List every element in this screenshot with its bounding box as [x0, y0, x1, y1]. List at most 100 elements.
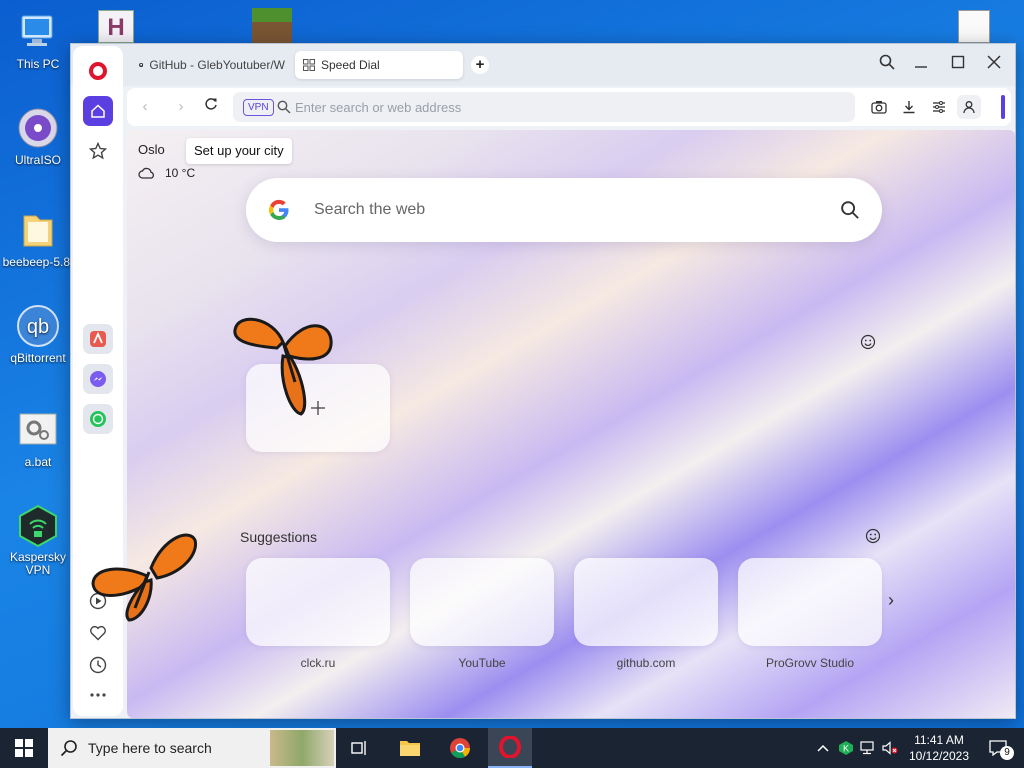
tab-speed-dial[interactable]: Speed Dial — [295, 51, 463, 79]
folder-icon — [400, 741, 420, 756]
minimize-button[interactable] — [909, 54, 933, 76]
kaspersky-tray-button[interactable]: K — [836, 728, 856, 768]
folder-icon — [16, 208, 60, 252]
opera-browser-window: GitHub - GlebYoutuber/W Speed Dial + ‹ ›… — [70, 43, 1016, 719]
tab-github[interactable]: GitHub - GlebYoutuber/W — [131, 51, 293, 79]
easy-setup-button[interactable] — [929, 97, 949, 117]
sidebar-home-button[interactable] — [83, 96, 113, 126]
task-view-button[interactable] — [338, 728, 382, 768]
suggestions-next-button[interactable]: › — [888, 590, 904, 610]
star-icon — [89, 142, 107, 160]
network-tray-button[interactable] — [858, 728, 878, 768]
desktop-icon-ultraiso[interactable]: UltraISO — [0, 106, 76, 167]
scrollbar-indicator[interactable] — [1001, 95, 1005, 119]
sidebar-messenger-button[interactable] — [83, 364, 113, 394]
web-search-box[interactable] — [246, 178, 882, 242]
taskbar-clock[interactable]: 11:41 AM 10/12/2023 — [904, 732, 974, 764]
desktop-icon-label: This PC — [16, 57, 60, 71]
chrome-button[interactable] — [438, 728, 482, 768]
desktop-icon-kaspersky-vpn[interactable]: Kaspersky VPN — [0, 504, 76, 577]
tray-overflow-button[interactable] — [812, 728, 834, 768]
chrome-icon — [450, 738, 471, 759]
clock-date: 10/12/2023 — [908, 749, 970, 763]
suggestion-label[interactable]: YouTube — [410, 656, 554, 670]
suggestion-label[interactable]: github.com — [574, 656, 718, 670]
minecraft-block-icon[interactable] — [252, 8, 292, 43]
start-button[interactable] — [2, 728, 46, 768]
suggestion-tile[interactable] — [738, 558, 882, 646]
desktop-icon-h-app[interactable]: H — [98, 10, 134, 43]
suggestion-tile[interactable] — [410, 558, 554, 646]
speed-dial-page: Oslo 10 °C Set up your city Suggestions … — [127, 130, 1015, 718]
downloads-button[interactable] — [899, 97, 919, 117]
text-document-icon[interactable] — [958, 10, 990, 43]
camera-icon — [871, 101, 887, 114]
speed-dial-grid-icon — [303, 59, 315, 71]
volume-tray-button[interactable] — [880, 728, 900, 768]
web-search-input[interactable] — [314, 198, 794, 222]
sidebar-aria-button[interactable] — [83, 324, 113, 354]
title-bar: GitHub - GlebYoutuber/W Speed Dial + — [71, 44, 1015, 86]
sidebar-whatsapp-button[interactable] — [83, 404, 113, 434]
taskbar-search[interactable] — [48, 728, 336, 768]
address-input[interactable] — [295, 98, 835, 116]
suggestion-label[interactable]: clck.ru — [246, 656, 390, 670]
notification-center-button[interactable]: 9 — [978, 728, 1018, 768]
desktop-icon-this-pc[interactable]: This PC — [0, 10, 76, 71]
suggestions-heading: Suggestions — [240, 529, 318, 545]
whatsapp-icon — [90, 411, 106, 427]
forward-button[interactable]: › — [171, 97, 191, 117]
file-explorer-button[interactable] — [388, 728, 432, 768]
home-icon — [91, 104, 105, 118]
network-icon — [860, 741, 874, 755]
svg-text:K: K — [843, 744, 849, 754]
smiley-icon[interactable] — [865, 528, 881, 544]
butterfly-decoration — [91, 533, 198, 622]
snapshot-button[interactable] — [869, 97, 889, 117]
desktop-icon-a-bat[interactable]: a.bat — [0, 408, 76, 469]
maximize-icon — [951, 55, 965, 69]
address-bar-row: ‹ › VPN — [127, 88, 1011, 126]
desktop-icon-qbittorrent[interactable]: qb qBittorrent — [0, 304, 76, 365]
sliders-icon — [933, 101, 945, 113]
new-tab-button[interactable]: + — [471, 56, 489, 74]
desktop-icon-beebeep[interactable]: beebeep-5.8. — [0, 208, 76, 269]
search-highlight-image — [270, 730, 334, 766]
back-button[interactable]: ‹ — [135, 97, 155, 117]
close-button[interactable] — [982, 54, 1006, 76]
search-icon — [60, 740, 77, 757]
github-icon — [139, 62, 144, 68]
tab-label: GitHub - GlebYoutuber/W — [149, 58, 285, 72]
address-bar[interactable]: VPN — [233, 92, 855, 122]
google-icon — [269, 199, 289, 221]
reload-button[interactable] — [201, 97, 221, 117]
suggestion-tile[interactable] — [246, 558, 390, 646]
kaspersky-icon: K — [839, 741, 853, 755]
weather-temperature[interactable]: 10 °C — [165, 166, 195, 180]
more-dots-icon — [90, 693, 106, 697]
maximize-button[interactable] — [946, 54, 970, 76]
opera-taskbar-button[interactable] — [488, 728, 532, 768]
suggestion-label[interactable]: ProGrovv Studio — [738, 656, 882, 670]
search-icon — [277, 100, 291, 114]
taskbar: K 11:41 AM 10/12/2023 9 — [0, 728, 1024, 768]
opera-logo-icon[interactable] — [89, 62, 107, 80]
close-icon — [987, 55, 1001, 69]
svg-text:qb: qb — [27, 316, 49, 338]
sidebar-more-button[interactable] — [83, 680, 113, 710]
taskbar-search-input[interactable] — [88, 739, 288, 757]
aria-icon — [90, 331, 106, 347]
profile-button[interactable] — [957, 95, 981, 119]
suggestion-tile[interactable] — [574, 558, 718, 646]
desktop-icon-label: Kaspersky VPN — [9, 551, 67, 577]
sidebar-bookmarks-button[interactable] — [83, 136, 113, 166]
weather-city[interactable]: Oslo — [138, 142, 165, 157]
search-tabs-button[interactable] — [875, 54, 899, 76]
vpn-badge[interactable]: VPN — [243, 99, 274, 116]
smiley-icon[interactable] — [860, 334, 876, 350]
disc-icon — [16, 106, 60, 150]
search-icon — [841, 201, 859, 219]
sidebar-history-button[interactable] — [83, 650, 113, 680]
reload-icon — [205, 98, 217, 110]
windows-logo-icon — [15, 739, 33, 757]
